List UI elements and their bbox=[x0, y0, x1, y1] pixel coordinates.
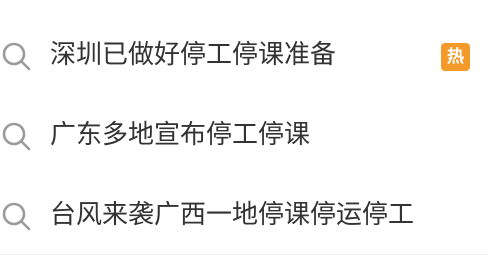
divider bbox=[0, 254, 488, 255]
list-item-label: 台风来袭广西一地停课停运停工 bbox=[50, 200, 415, 230]
list-item-label: 深圳已做好停工停课准备 bbox=[50, 40, 337, 70]
list-item-label: 广东多地宣布停工停课 bbox=[50, 120, 311, 150]
search-icon bbox=[2, 122, 31, 151]
search-icon bbox=[2, 42, 31, 71]
list-item[interactable]: 台风来袭广西一地停课停运停工 bbox=[0, 175, 488, 255]
hot-badge: 热 bbox=[441, 43, 470, 71]
list-item[interactable]: 广东多地宣布停工停课 bbox=[0, 95, 488, 175]
list-item[interactable]: 深圳已做好停工停课准备 热 bbox=[0, 15, 488, 95]
search-icon bbox=[2, 202, 31, 231]
hot-search-list: 深圳已做好停工停课准备 热 广东多地宣布停工停课 台风来袭广西一地停课停运停工 bbox=[0, 0, 488, 270]
